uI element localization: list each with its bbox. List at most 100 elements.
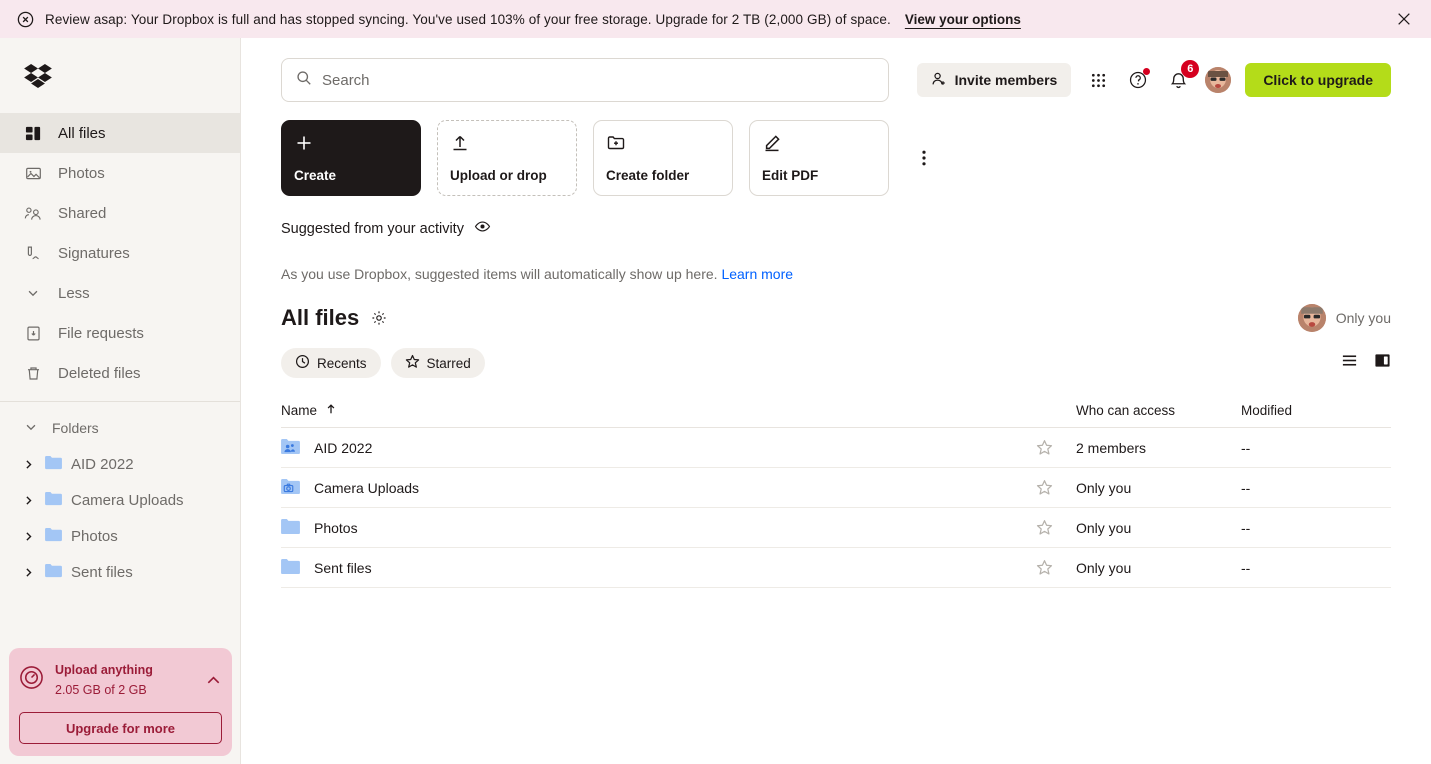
split-view-icon[interactable] <box>1374 352 1391 374</box>
sidebar-label: Photos <box>58 165 105 182</box>
chevron-down-icon <box>24 284 42 302</box>
learn-more-link[interactable]: Learn more <box>721 266 793 282</box>
gear-icon[interactable] <box>371 310 387 326</box>
help-circle-icon[interactable] <box>1125 67 1151 93</box>
upgrade-for-more-button[interactable]: Upgrade for more <box>19 712 222 744</box>
view-options-link[interactable]: View your options <box>905 12 1021 27</box>
row-who-can-access: Only you <box>1076 480 1241 496</box>
sidebar-item-all-files[interactable]: All files <box>0 113 240 153</box>
chevron-right-icon[interactable] <box>20 530 36 543</box>
click-to-upgrade-button[interactable]: Click to upgrade <box>1245 63 1391 97</box>
chevron-right-icon[interactable] <box>20 494 36 507</box>
star-outline-icon[interactable] <box>1036 479 1076 496</box>
row-modified: -- <box>1241 440 1391 456</box>
search-input[interactable] <box>322 72 874 89</box>
close-icon[interactable] <box>1393 8 1415 30</box>
file-name: Sent files <box>314 560 372 576</box>
all-files-icon <box>24 124 42 142</box>
star-outline-icon[interactable] <box>1036 559 1076 576</box>
sidebar-folder-camera-uploads[interactable]: Camera Uploads <box>0 482 240 518</box>
edit-pdf-button[interactable]: Edit PDF <box>749 120 889 196</box>
create-button[interactable]: Create <box>281 120 421 196</box>
bell-icon[interactable]: 6 <box>1165 67 1191 93</box>
file-request-icon <box>24 324 42 342</box>
alert-circle-icon <box>16 10 35 29</box>
chip-starred[interactable]: Starred <box>391 348 485 378</box>
arrow-up-icon <box>325 403 337 418</box>
chevron-right-icon[interactable] <box>20 566 36 579</box>
upload-icon <box>450 133 564 155</box>
page-title: All files <box>281 305 359 331</box>
sidebar-section-folders[interactable]: Folders <box>0 410 240 446</box>
create-folder-button[interactable]: Create folder <box>593 120 733 196</box>
search-container[interactable] <box>281 58 889 102</box>
file-name: AID 2022 <box>314 440 372 456</box>
invite-members-label: Invite members <box>955 72 1058 88</box>
create-label: Create <box>294 168 408 183</box>
filter-chips: Recents Starred <box>241 332 1431 378</box>
star-outline-icon[interactable] <box>1036 519 1076 536</box>
sidebar-item-signatures[interactable]: Signatures <box>0 233 240 273</box>
sidebar-folder-sent-files[interactable]: Sent files <box>0 554 240 590</box>
upload-label: Upload or drop <box>450 168 564 183</box>
column-header-who-can-access[interactable]: Who can access <box>1076 403 1241 418</box>
clock-icon <box>295 354 310 372</box>
folder-label: AID 2022 <box>71 456 134 473</box>
folder-label: Camera Uploads <box>71 492 184 509</box>
table-row[interactable]: Sent files Only you -- <box>281 548 1391 588</box>
storage-upgrade-card: Upload anything 2.05 GB of 2 GB Upgrade … <box>9 648 232 756</box>
apps-grid-icon[interactable] <box>1085 67 1111 93</box>
search-icon <box>296 70 312 91</box>
folder-icon <box>281 518 300 538</box>
star-outline-icon[interactable] <box>1036 439 1076 456</box>
column-header-name[interactable]: Name <box>281 403 1076 418</box>
row-who-can-access: Only you <box>1076 560 1241 576</box>
sidebar-label: Deleted files <box>58 365 141 382</box>
folder-label: Sent files <box>71 564 133 581</box>
dropbox-logo[interactable] <box>0 38 240 113</box>
chip-starred-label: Starred <box>427 356 471 371</box>
upload-or-drop-button[interactable]: Upload or drop <box>437 120 577 196</box>
camera-folder-icon <box>281 478 300 498</box>
storage-meter-icon <box>19 665 44 695</box>
more-vertical-icon[interactable] <box>909 143 939 173</box>
sidebar-divider <box>0 401 240 402</box>
row-who-can-access: 2 members <box>1076 440 1241 456</box>
shared-icon <box>24 204 42 222</box>
sidebar-item-shared[interactable]: Shared <box>0 193 240 233</box>
sidebar-folder-photos[interactable]: Photos <box>0 518 240 554</box>
chip-recents[interactable]: Recents <box>281 348 381 378</box>
suggested-empty-text: As you use Dropbox, suggested items will… <box>281 266 718 282</box>
folders-label: Folders <box>52 420 99 436</box>
list-view-icon[interactable] <box>1341 352 1358 374</box>
table-row[interactable]: Camera Uploads Only you -- <box>281 468 1391 508</box>
folder-label: Photos <box>71 528 118 545</box>
table-row[interactable]: AID 2022 2 members -- <box>281 428 1391 468</box>
top-toolbar: Invite members 6 <box>241 38 1431 102</box>
row-modified: -- <box>1241 480 1391 496</box>
avatar[interactable] <box>1298 304 1326 332</box>
folder-icon <box>45 527 62 546</box>
sidebar-folder-aid-2022[interactable]: AID 2022 <box>0 446 240 482</box>
chip-recents-label: Recents <box>317 356 367 371</box>
column-header-modified[interactable]: Modified <box>1241 403 1391 418</box>
sidebar-item-file-requests[interactable]: File requests <box>0 313 240 353</box>
file-name: Camera Uploads <box>314 480 419 496</box>
sidebar-item-less[interactable]: Less <box>0 273 240 313</box>
invite-members-button[interactable]: Invite members <box>917 63 1072 97</box>
chevron-right-icon[interactable] <box>20 458 36 471</box>
sidebar-label: Less <box>58 285 90 302</box>
folder-icon <box>281 558 300 578</box>
main-content: Invite members 6 <box>241 38 1431 764</box>
suggested-title: Suggested from your activity <box>281 221 464 237</box>
sidebar-label: File requests <box>58 325 144 342</box>
sidebar-item-deleted-files[interactable]: Deleted files <box>0 353 240 393</box>
sidebar-item-photos[interactable]: Photos <box>0 153 240 193</box>
avatar[interactable] <box>1205 67 1231 93</box>
suggested-section: Suggested from your activity As you use … <box>241 196 1431 282</box>
signature-icon <box>24 244 42 262</box>
eye-icon[interactable] <box>474 218 491 240</box>
table-row[interactable]: Photos Only you -- <box>281 508 1391 548</box>
chevron-up-icon[interactable] <box>205 672 222 689</box>
upgrade-card-title: Upload anything <box>55 663 153 677</box>
